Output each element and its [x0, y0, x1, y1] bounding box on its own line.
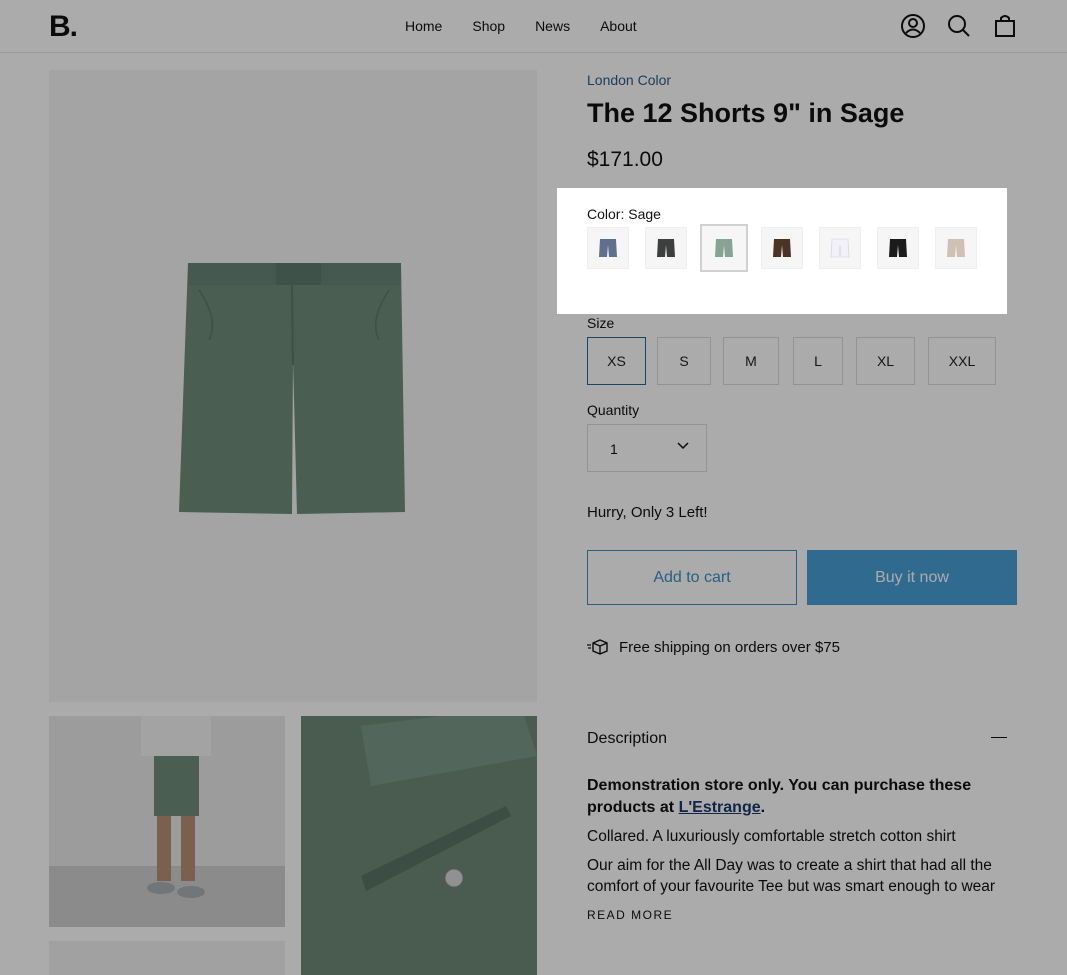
shorts-thumbnail-icon: [947, 239, 965, 257]
account-icon[interactable]: [900, 13, 926, 39]
color-swatch-white[interactable]: [819, 227, 861, 269]
shorts-thumbnail-icon: [657, 239, 675, 257]
nav-shop[interactable]: Shop: [472, 18, 505, 34]
shorts-image: [179, 263, 405, 514]
color-swatch-sage[interactable]: [700, 224, 748, 272]
color-swatch-slate-blue[interactable]: [587, 227, 629, 269]
stock-message: Hurry, Only 3 Left!: [587, 504, 708, 521]
size-option-s[interactable]: S: [657, 337, 711, 385]
shipping-box-icon: [587, 639, 608, 655]
buy-now-button[interactable]: Buy it now: [807, 550, 1017, 605]
color-swatch-brown[interactable]: [761, 227, 803, 269]
size-label: Size: [587, 315, 615, 331]
product-thumbnail-extra[interactable]: [49, 941, 285, 975]
main-nav: Home Shop News About: [405, 18, 667, 34]
description-paragraph-1: Collared. A luxuriously comfortable stre…: [587, 828, 956, 845]
product-thumbnail-detail[interactable]: [301, 716, 537, 975]
color-swatch-black[interactable]: [877, 227, 919, 269]
lestrange-link[interactable]: L'Estrange: [679, 799, 761, 816]
shorts-thumbnail-icon: [715, 239, 733, 257]
nav-about[interactable]: About: [600, 18, 637, 34]
collapse-icon[interactable]: [991, 737, 1007, 738]
quantity-label: Quantity: [587, 402, 640, 418]
product-price: $171.00: [587, 148, 663, 171]
shorts-thumbnail-icon: [599, 239, 617, 257]
cart-icon[interactable]: [992, 13, 1018, 39]
shipping-notice: Free shipping on orders over $75: [587, 638, 840, 656]
search-icon[interactable]: [946, 13, 972, 39]
chevron-down-icon: [677, 442, 689, 450]
description-paragraph-2: Our aim for the All Day was to create a …: [587, 857, 996, 895]
size-option-xl[interactable]: XL: [856, 337, 915, 385]
product-thumbnail-model[interactable]: [49, 716, 285, 927]
size-option-m[interactable]: M: [723, 337, 779, 385]
product-title: The 12 Shorts 9" in Sage: [587, 98, 905, 128]
description-toggle[interactable]: Description: [587, 730, 667, 748]
nav-news[interactable]: News: [535, 18, 570, 34]
quantity-value: 1: [610, 441, 618, 457]
nav-home[interactable]: Home: [405, 18, 442, 34]
pocket-detail-image: [361, 716, 537, 891]
site-header: B. Home Shop News About: [0, 0, 1067, 53]
description-intro: Demonstration store only. You can purcha…: [587, 777, 972, 816]
shorts-thumbnail-icon: [889, 239, 907, 257]
color-label: Color: Sage: [587, 206, 661, 222]
product-vendor[interactable]: London Color: [587, 72, 671, 88]
shipping-text: Free shipping on orders over $75: [619, 638, 840, 656]
model-image: [49, 716, 285, 927]
size-option-l[interactable]: L: [793, 337, 843, 385]
add-to-cart-button[interactable]: Add to cart: [587, 550, 797, 605]
shorts-thumbnail-icon: [773, 239, 791, 257]
store-logo[interactable]: B.: [49, 10, 78, 44]
size-option-xs[interactable]: XS: [587, 337, 646, 385]
color-swatch-stone[interactable]: [935, 227, 977, 269]
read-more-link[interactable]: READ MORE: [587, 908, 673, 922]
product-main-image[interactable]: [49, 70, 537, 702]
color-swatch-charcoal[interactable]: [645, 227, 687, 269]
size-option-xxl[interactable]: XXL: [928, 337, 996, 385]
quantity-select[interactable]: 1: [587, 424, 707, 472]
shorts-thumbnail-icon: [830, 238, 850, 258]
